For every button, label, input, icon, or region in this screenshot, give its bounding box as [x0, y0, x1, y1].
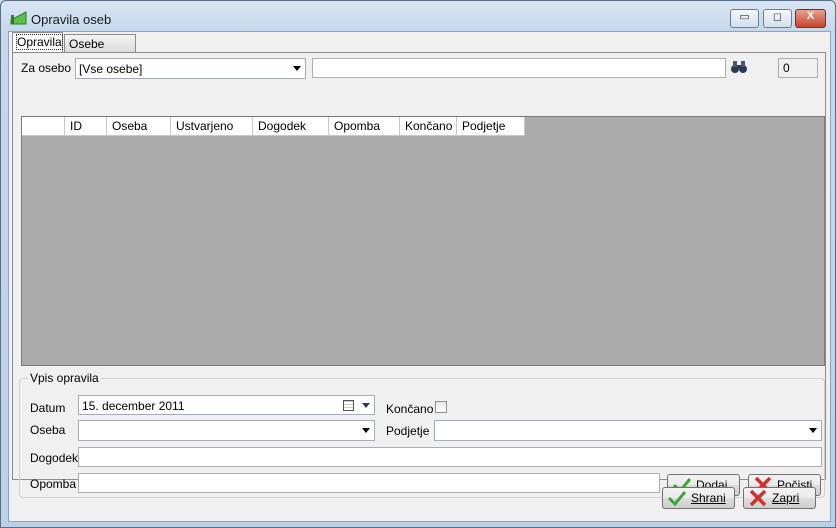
chevron-down-icon: [809, 428, 817, 433]
dogodek-input[interactable]: [78, 447, 822, 467]
search-input[interactable]: [312, 58, 726, 78]
datum-value: 15. december 2011: [82, 399, 185, 413]
close-icon: X: [806, 10, 815, 22]
oseba-label: Oseba: [30, 423, 66, 437]
result-count: 0: [778, 58, 818, 78]
za-osebo-label: Za osebo: [21, 61, 72, 75]
app-icon: [10, 11, 27, 25]
column-header-id[interactable]: ID: [65, 117, 107, 136]
tasks-grid[interactable]: ID Oseba Ustvarjeno Dogodek Opomba Konča…: [21, 116, 825, 366]
entry-group-title: Vpis opravila: [28, 371, 101, 385]
minimize-icon: ▭: [739, 11, 750, 23]
window-title: Opravila oseb: [31, 12, 112, 27]
close-window-button[interactable]: X: [795, 9, 826, 28]
cross-icon: [749, 490, 767, 506]
tab-osebe-strank[interactable]: Osebe strank: [64, 34, 136, 65]
koncano-checkbox[interactable]: [435, 401, 447, 413]
za-osebo-combo[interactable]: [Vse osebe]: [75, 58, 306, 79]
chevron-down-icon: [362, 428, 370, 433]
tab-opravila[interactable]: Opravila: [12, 32, 63, 52]
za-osebo-value: [Vse osebe]: [79, 62, 143, 76]
column-header-podjetje[interactable]: Podjetje: [457, 117, 525, 136]
entry-groupbox: Vpis opravila Datum 15. december 2011 Ko…: [19, 371, 825, 498]
binoculars-icon[interactable]: [730, 60, 748, 74]
datum-label: Datum: [30, 401, 66, 415]
zapri-label: Zapri: [772, 491, 800, 505]
datum-picker[interactable]: 15. december 2011: [78, 395, 375, 415]
column-header-opomba[interactable]: Opomba: [329, 117, 400, 136]
grid-header: ID Oseba Ustvarjeno Dogodek Opomba Konča…: [22, 117, 525, 136]
zapri-button[interactable]: Zapri: [743, 487, 816, 509]
title-bar[interactable]: Opravila oseb ▭ ◻ X: [1, 1, 835, 31]
shrani-label: Shrani: [691, 491, 726, 505]
column-header-ustvarjeno[interactable]: Ustvarjeno: [171, 117, 253, 136]
tab-opravila-label: Opravila: [16, 34, 63, 50]
maximize-button[interactable]: ◻: [763, 9, 792, 28]
column-header-oseba[interactable]: Oseba: [107, 117, 171, 136]
tab-page-opravila: Za osebo [Vse osebe] 0 ID Oseba Ustvarje…: [12, 52, 826, 498]
chevron-down-icon[interactable]: [362, 403, 370, 408]
dogodek-label: Dogodek: [30, 451, 79, 465]
oseba-combo[interactable]: [78, 420, 375, 441]
opomba-input[interactable]: [78, 473, 660, 493]
window: Opravila oseb ▭ ◻ X Opravila Osebe stran…: [0, 0, 836, 528]
shrani-button[interactable]: Shrani: [662, 487, 735, 509]
podjetje-label: Podjetje: [386, 424, 430, 438]
column-header-dogodek[interactable]: Dogodek: [253, 117, 329, 136]
podjetje-combo[interactable]: [434, 420, 822, 441]
client-area: Opravila Osebe strank Za osebo [Vse oseb…: [8, 31, 831, 522]
koncano-label: Končano: [386, 402, 434, 416]
calendar-icon[interactable]: [343, 400, 354, 411]
chevron-down-icon: [293, 66, 301, 71]
column-header-koncano[interactable]: Končano: [400, 117, 457, 136]
minimize-button[interactable]: ▭: [730, 9, 759, 28]
maximize-icon: ◻: [772, 11, 783, 23]
checkmark-icon: [668, 491, 686, 506]
opomba-label: Opomba: [30, 477, 77, 491]
row-header-corner: [22, 117, 65, 136]
